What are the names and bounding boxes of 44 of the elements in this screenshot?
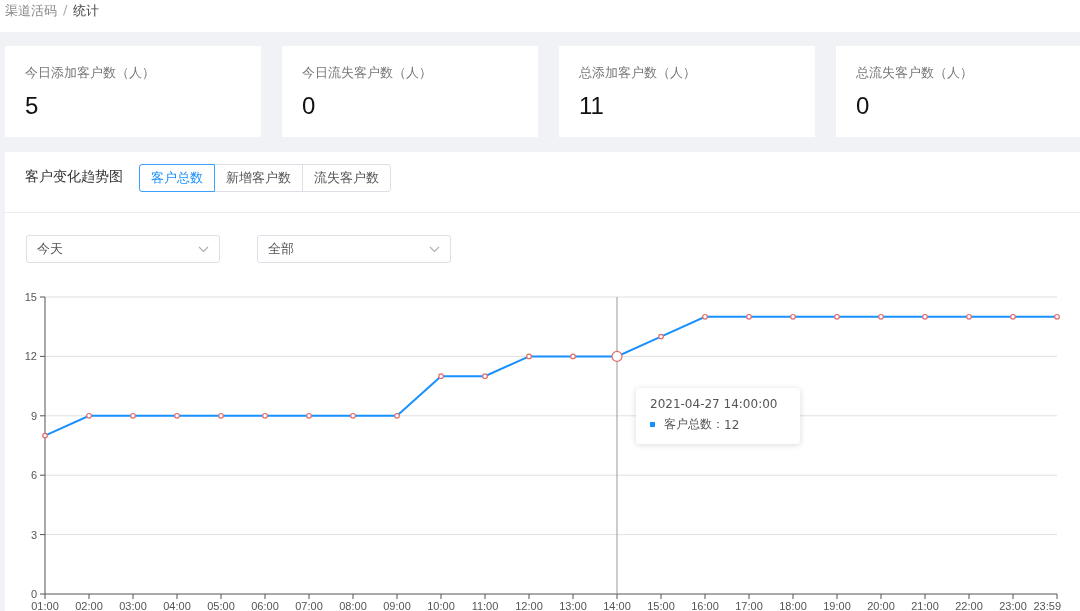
x-tick-label: 23:00 [999, 600, 1027, 611]
tooltip-value: 12 [724, 417, 740, 432]
y-tick-label: 0 [30, 588, 37, 600]
x-tick-label: 13:00 [559, 600, 587, 611]
x-tick-label: 03:00 [119, 600, 147, 611]
x-tick-label: 05:00 [207, 600, 235, 611]
stat-label: 总流失客户数（人） [856, 64, 974, 82]
x-tick-label: 07:00 [295, 600, 323, 611]
tooltip-title: 2021-04-27 14:00:00 [650, 397, 779, 411]
x-tick-label: 22:00 [955, 600, 983, 611]
stat-value: 11 [579, 92, 605, 120]
y-tick-label: 15 [24, 291, 37, 303]
y-tick-label: 3 [30, 528, 37, 541]
stat-value: 5 [25, 92, 40, 120]
x-tick-label: 18:00 [779, 600, 807, 611]
x-tick-label: 01:00 [31, 600, 59, 611]
x-tick-label: 15:00 [647, 600, 675, 611]
x-tick-label: 06:00 [251, 600, 279, 611]
x-tick-label: 08:00 [339, 600, 367, 611]
chart-title: 客户变化趋势图 [25, 168, 124, 186]
x-tick-label: 16:00 [691, 600, 719, 611]
x-tick-label: 20:00 [867, 600, 895, 611]
stat-label: 今日添加客户数（人） [25, 64, 156, 82]
x-tick-label: 10:00 [427, 600, 455, 611]
breadcrumb-item: 统计 [73, 2, 100, 20]
x-tick-label: 19:00 [823, 600, 851, 611]
stat-label: 今日流失客户数（人） [302, 64, 433, 82]
stat-label: 总添加客户数（人） [579, 64, 697, 82]
x-tick-label: 11:00 [471, 600, 499, 611]
x-tick-label: 17:00 [735, 600, 763, 611]
y-tick-label: 6 [30, 469, 37, 482]
x-tick-label: 02:00 [75, 600, 103, 611]
x-tick-label: 21:00 [911, 600, 939, 611]
x-tick-label: 23:59 [1033, 600, 1061, 611]
y-tick-label: 12 [24, 350, 37, 363]
y-tick-label: 9 [30, 409, 37, 422]
x-tick-label: 09:00 [383, 600, 411, 611]
x-tick-label: 14:00 [603, 600, 631, 611]
stat-value: 0 [302, 92, 317, 120]
tooltip-label: 客户总数： [664, 416, 724, 433]
x-tick-label: 12:00 [515, 600, 543, 611]
stat-value: 0 [856, 92, 871, 120]
x-tick-label: 04:00 [163, 600, 191, 611]
breadcrumb-separator: / [63, 2, 68, 17]
